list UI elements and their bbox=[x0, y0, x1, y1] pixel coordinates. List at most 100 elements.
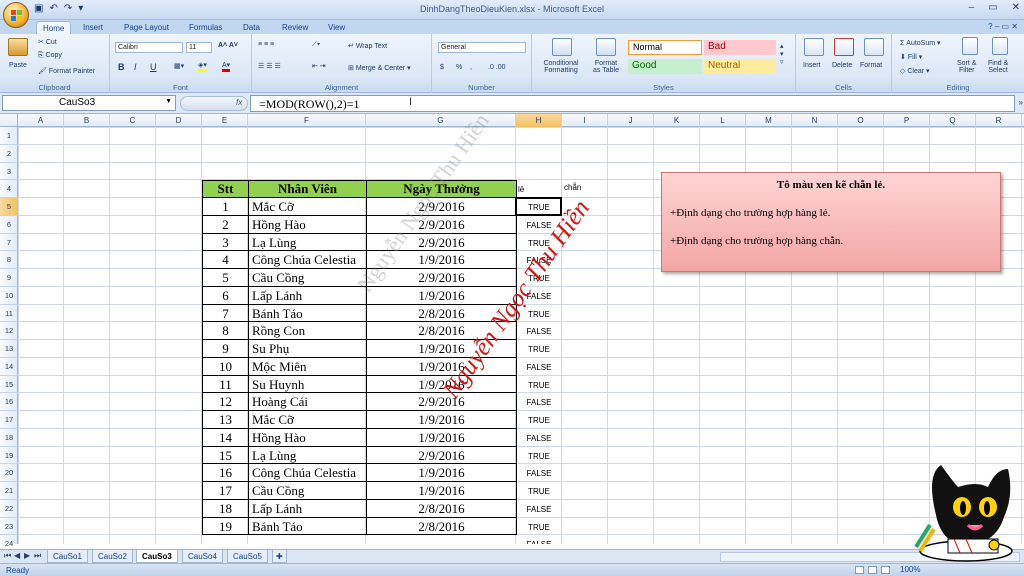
row-header-10[interactable]: 10 bbox=[0, 287, 18, 305]
table-cell[interactable]: Lạ Lùng bbox=[248, 446, 367, 465]
autosum-button[interactable]: Σ AutoSum ▾ bbox=[900, 39, 941, 47]
helper-cell[interactable]: TRUE bbox=[516, 345, 562, 354]
row-header-17[interactable]: 17 bbox=[0, 411, 18, 429]
delete-cells-icon[interactable] bbox=[834, 38, 854, 56]
table-cell[interactable]: Mộc Miên bbox=[248, 357, 367, 376]
font-size-select[interactable]: 11 bbox=[186, 42, 212, 53]
sheet-tab-causo5[interactable]: CauSo5 bbox=[227, 550, 268, 563]
merge-center-button[interactable]: ⊞ Merge & Center ▾ bbox=[348, 64, 411, 72]
first-sheet-icon[interactable]: ⏮ bbox=[4, 551, 11, 561]
insert-function-button[interactable]: fx bbox=[236, 98, 242, 107]
helper-cell[interactable]: TRUE bbox=[516, 452, 562, 461]
insert-sheet-icon[interactable]: ✚ bbox=[272, 550, 287, 563]
style-good[interactable]: Good bbox=[628, 59, 702, 74]
sheet-tab-causo3[interactable]: CauSo3 bbox=[136, 550, 178, 563]
find-select-button[interactable]: Find & Select bbox=[988, 60, 1008, 74]
column-header-b[interactable]: B bbox=[64, 114, 110, 127]
helper-cell[interactable]: FALSE bbox=[516, 540, 562, 544]
wrap-text-button[interactable]: ↵ Wrap Text bbox=[348, 42, 387, 50]
style-bad[interactable]: Bad bbox=[704, 40, 776, 55]
table-cell[interactable]: 1/9/2016 bbox=[366, 428, 517, 447]
row-header-12[interactable]: 12 bbox=[0, 322, 18, 340]
row-header-15[interactable]: 15 bbox=[0, 376, 18, 394]
row-header-5[interactable]: 5 bbox=[0, 198, 18, 216]
styles-scroll-icon[interactable]: ▴ ▾ ▿ bbox=[780, 42, 784, 66]
expand-formula-bar-icon[interactable]: » bbox=[1019, 98, 1023, 107]
table-cell[interactable]: Mắc Cỡ bbox=[248, 411, 367, 429]
zoom-level[interactable]: 100% bbox=[900, 565, 920, 574]
table-cell[interactable]: 11 bbox=[202, 375, 249, 394]
row-header-9[interactable]: 9 bbox=[0, 269, 18, 287]
helper-cell[interactable]: FALSE bbox=[516, 398, 562, 407]
helper-cell[interactable]: FALSE bbox=[516, 434, 562, 443]
conditional-formatting-icon[interactable] bbox=[552, 38, 572, 56]
table-cell[interactable]: 2/9/2016 bbox=[366, 393, 517, 411]
table-cell[interactable]: 7 bbox=[202, 304, 249, 323]
left-align-icon[interactable]: ☰ ☰ ☰ bbox=[258, 62, 281, 70]
column-header-m[interactable]: M bbox=[746, 114, 792, 127]
tab-review[interactable]: Review bbox=[276, 21, 314, 34]
paste-button[interactable]: Paste bbox=[9, 62, 27, 69]
sort-filter-icon[interactable] bbox=[962, 37, 978, 55]
column-header-q[interactable]: Q bbox=[930, 114, 976, 127]
table-cell[interactable]: 1/9/2016 bbox=[366, 411, 517, 429]
active-cell-selection[interactable] bbox=[515, 197, 562, 216]
conditional-formatting-button[interactable]: Conditional Formatting bbox=[538, 60, 584, 74]
insert-cells-button[interactable]: Insert bbox=[803, 62, 821, 69]
table-cell[interactable]: 16 bbox=[202, 464, 249, 482]
format-painter-button[interactable]: 🖌 Format Painter bbox=[38, 67, 95, 75]
helper-header-even[interactable]: chẵn bbox=[564, 183, 581, 192]
table-cell[interactable]: 18 bbox=[202, 499, 249, 518]
last-sheet-icon[interactable]: ⏭ bbox=[34, 551, 41, 561]
chevron-down-icon[interactable]: ▼ bbox=[165, 98, 172, 105]
column-header-r[interactable]: R bbox=[976, 114, 1022, 127]
row-header-14[interactable]: 14 bbox=[0, 358, 18, 376]
table-cell[interactable]: Hồng Hào bbox=[248, 215, 367, 234]
table-cell[interactable]: 10 bbox=[202, 357, 249, 376]
row-header-8[interactable]: 8 bbox=[0, 251, 18, 269]
column-header-f[interactable]: F bbox=[248, 114, 366, 127]
page-layout-view-icon[interactable] bbox=[868, 566, 877, 574]
italic-button[interactable]: I bbox=[134, 62, 137, 72]
sheet-tab-causo2[interactable]: CauSo2 bbox=[92, 550, 133, 563]
table-cell[interactable]: 2/9/2016 bbox=[366, 198, 517, 216]
format-as-table-icon[interactable] bbox=[596, 38, 616, 56]
table-cell[interactable]: 15 bbox=[202, 446, 249, 465]
table-cell[interactable]: Su Phụ bbox=[248, 340, 367, 358]
clear-button[interactable]: ◇ Clear ▾ bbox=[900, 67, 930, 75]
format-cells-icon[interactable] bbox=[864, 38, 884, 56]
style-neutral[interactable]: Neutral bbox=[704, 59, 776, 74]
column-header-c[interactable]: C bbox=[110, 114, 156, 127]
table-cell[interactable]: Cầu Cồng bbox=[248, 482, 367, 500]
cut-button[interactable]: ✂ Cut bbox=[38, 38, 57, 46]
comma-button[interactable]: , bbox=[470, 64, 472, 71]
instruction-textbox[interactable]: Tô màu xen kẽ chẵn lẻ. +Định dạng cho tr… bbox=[661, 172, 1001, 272]
table-cell[interactable]: Lấp Lánh bbox=[248, 499, 367, 518]
table-cell[interactable]: Hoàng Cái bbox=[248, 393, 367, 411]
column-header-o[interactable]: O bbox=[838, 114, 884, 127]
row-header-1[interactable]: 1 bbox=[0, 127, 18, 145]
row-header-21[interactable]: 21 bbox=[0, 482, 18, 500]
maximize-button[interactable]: ▭ bbox=[988, 2, 997, 13]
table-cell[interactable]: 8 bbox=[202, 322, 249, 340]
table-cell[interactable]: 2/9/2016 bbox=[366, 446, 517, 465]
fill-color-icon[interactable]: ◈▾ bbox=[198, 61, 207, 72]
table-cell[interactable]: 6 bbox=[202, 286, 249, 305]
copy-button[interactable]: ⎘ Copy bbox=[38, 52, 62, 60]
table-header[interactable]: Stt bbox=[202, 180, 249, 198]
tab-formulas[interactable]: Formulas bbox=[183, 21, 228, 34]
helper-cell[interactable]: TRUE bbox=[516, 416, 562, 425]
grow-font-button[interactable]: A˄ A˅ bbox=[218, 42, 238, 49]
table-cell[interactable]: 5 bbox=[202, 269, 249, 287]
next-sheet-icon[interactable]: ▶ bbox=[24, 551, 30, 560]
minimize-button[interactable]: – bbox=[969, 2, 975, 13]
prev-sheet-icon[interactable]: ◀ bbox=[14, 551, 20, 560]
table-cell[interactable]: Công Chúa Celestia bbox=[248, 464, 367, 482]
row-header-2[interactable]: 2 bbox=[0, 145, 18, 163]
row-header-4[interactable]: 4 bbox=[0, 180, 18, 198]
column-header-k[interactable]: K bbox=[654, 114, 700, 127]
orientation-icon[interactable]: ⟋▾ bbox=[312, 41, 320, 49]
table-cell[interactable]: Bánh Táo bbox=[248, 304, 367, 323]
table-cell[interactable]: 9 bbox=[202, 340, 249, 358]
formula-input[interactable]: =MOD(ROW(),2)=1 bbox=[250, 95, 1015, 112]
